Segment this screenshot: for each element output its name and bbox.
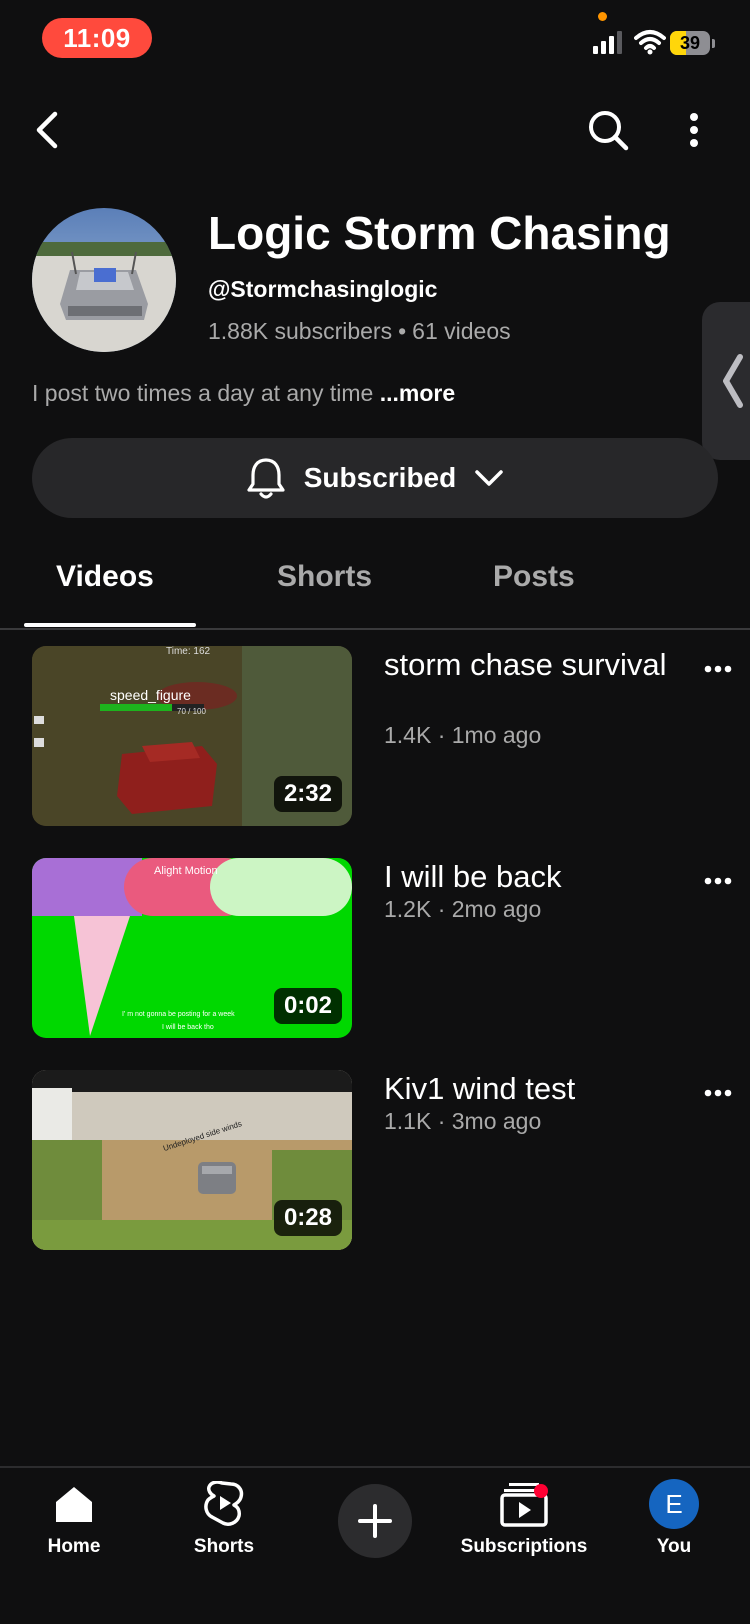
thumb-caption-1: I' m not gonna be posting for a week bbox=[122, 1011, 235, 1018]
back-chevron-icon bbox=[36, 111, 58, 149]
thumb-time-text: Time: 162 bbox=[166, 646, 211, 657]
nav-you-label: You bbox=[656, 1536, 692, 1557]
search-button[interactable] bbox=[582, 104, 634, 156]
tabs-divider bbox=[0, 628, 750, 630]
more-horiz-icon bbox=[704, 877, 732, 885]
video-menu-button[interactable] bbox=[700, 654, 736, 684]
nav-subscriptions-label: Subscriptions bbox=[460, 1536, 588, 1557]
tab-videos[interactable]: Videos bbox=[56, 560, 154, 594]
subscribed-button[interactable]: Subscribed bbox=[32, 438, 718, 518]
video-meta: 1.2K · 2mo ago bbox=[384, 896, 542, 922]
nav-home-label: Home bbox=[47, 1536, 101, 1557]
tab-shorts[interactable]: Shorts bbox=[277, 560, 372, 594]
channel-avatar[interactable] bbox=[32, 208, 176, 352]
plus-icon bbox=[358, 1504, 392, 1538]
thumb-bar-value: 70 / 100 bbox=[177, 707, 206, 716]
video-meta: 1.4K · 1mo ago bbox=[384, 722, 542, 748]
video-title[interactable]: storm chase survival bbox=[384, 646, 684, 684]
subscriptions-icon bbox=[498, 1478, 550, 1530]
video-menu-button[interactable] bbox=[700, 866, 736, 896]
channel-tabs: Videos Shorts Posts bbox=[0, 540, 750, 630]
privacy-indicator-dot bbox=[598, 12, 607, 21]
tab-posts[interactable]: Posts bbox=[493, 560, 575, 594]
thumb-caption-2: I will be back tho bbox=[162, 1024, 214, 1031]
more-link[interactable]: ...more bbox=[380, 380, 455, 406]
active-tab-indicator bbox=[24, 623, 196, 627]
side-panel-handle[interactable] bbox=[702, 302, 750, 460]
channel-handle: @Stormchasinglogic bbox=[208, 276, 438, 302]
battery-percentage: 39 bbox=[679, 32, 701, 53]
battery-icon: 39 bbox=[670, 30, 716, 56]
more-horiz-icon bbox=[704, 665, 732, 673]
channel-description[interactable]: I post two times a day at any time ...mo… bbox=[32, 380, 455, 407]
subscriber-count: 1.88K subscribers bbox=[208, 318, 393, 344]
channel-stats: 1.88K subscribers • 61 videos bbox=[208, 318, 511, 345]
video-duration: 0:28 bbox=[273, 1200, 342, 1236]
cellular-signal-icon bbox=[592, 30, 624, 56]
nav-you[interactable]: E You bbox=[636, 1474, 712, 1594]
back-button[interactable] bbox=[24, 106, 72, 154]
nav-shorts-label: Shorts bbox=[193, 1536, 255, 1557]
video-duration: 0:02 bbox=[273, 988, 342, 1024]
video-item[interactable]: Alight Motion I' m not gonna be posting … bbox=[0, 858, 750, 1042]
thumb-bar-label: speed_figure bbox=[110, 687, 191, 703]
subscribed-label: Subscribed bbox=[303, 462, 457, 493]
bell-icon bbox=[247, 458, 285, 499]
create-button[interactable] bbox=[338, 1484, 412, 1558]
search-icon bbox=[589, 111, 629, 151]
chevron-down-icon bbox=[475, 470, 503, 486]
video-title[interactable]: Kiv1 wind test bbox=[384, 1070, 684, 1108]
video-thumbnail[interactable]: Time: 162 speed_figure 70 / 100 2:32 bbox=[32, 646, 352, 826]
video-thumbnail[interactable]: Undeployed side winds 0:28 bbox=[32, 1070, 352, 1250]
video-item[interactable]: Undeployed side winds 0:28 Kiv1 wind tes… bbox=[0, 1070, 750, 1254]
home-icon bbox=[48, 1478, 100, 1530]
wifi-icon bbox=[634, 28, 666, 56]
user-avatar: E bbox=[649, 1479, 699, 1529]
video-item[interactable]: Time: 162 speed_figure 70 / 100 2:32 sto… bbox=[0, 646, 750, 830]
nav-subscriptions[interactable]: Subscriptions bbox=[454, 1474, 594, 1594]
more-vert-icon bbox=[690, 113, 698, 147]
description-text: I post two times a day at any time bbox=[32, 380, 374, 406]
thumb-watermark: Alight Motion bbox=[154, 865, 218, 877]
status-time: 11:09 bbox=[42, 18, 152, 58]
user-initial: E bbox=[665, 1488, 683, 1519]
video-menu-button[interactable] bbox=[700, 1078, 736, 1108]
video-duration: 2:32 bbox=[273, 776, 342, 812]
video-meta: 1.1K · 3mo ago bbox=[384, 1108, 542, 1134]
channel-name: Logic Storm Chasing bbox=[208, 207, 671, 259]
nav-shorts[interactable]: Shorts bbox=[186, 1474, 262, 1594]
chevron-left-icon bbox=[723, 354, 743, 408]
video-thumbnail[interactable]: Alight Motion I' m not gonna be posting … bbox=[32, 858, 352, 1038]
nav-home[interactable]: Home bbox=[36, 1474, 112, 1594]
video-count: 61 videos bbox=[412, 318, 511, 344]
stats-separator: • bbox=[398, 318, 407, 344]
shorts-icon bbox=[198, 1478, 250, 1530]
notification-dot bbox=[534, 1484, 548, 1498]
more-options-button[interactable] bbox=[676, 104, 712, 156]
bottom-nav-divider bbox=[0, 1466, 750, 1468]
video-title[interactable]: I will be back bbox=[384, 858, 684, 896]
more-horiz-icon bbox=[704, 1089, 732, 1097]
